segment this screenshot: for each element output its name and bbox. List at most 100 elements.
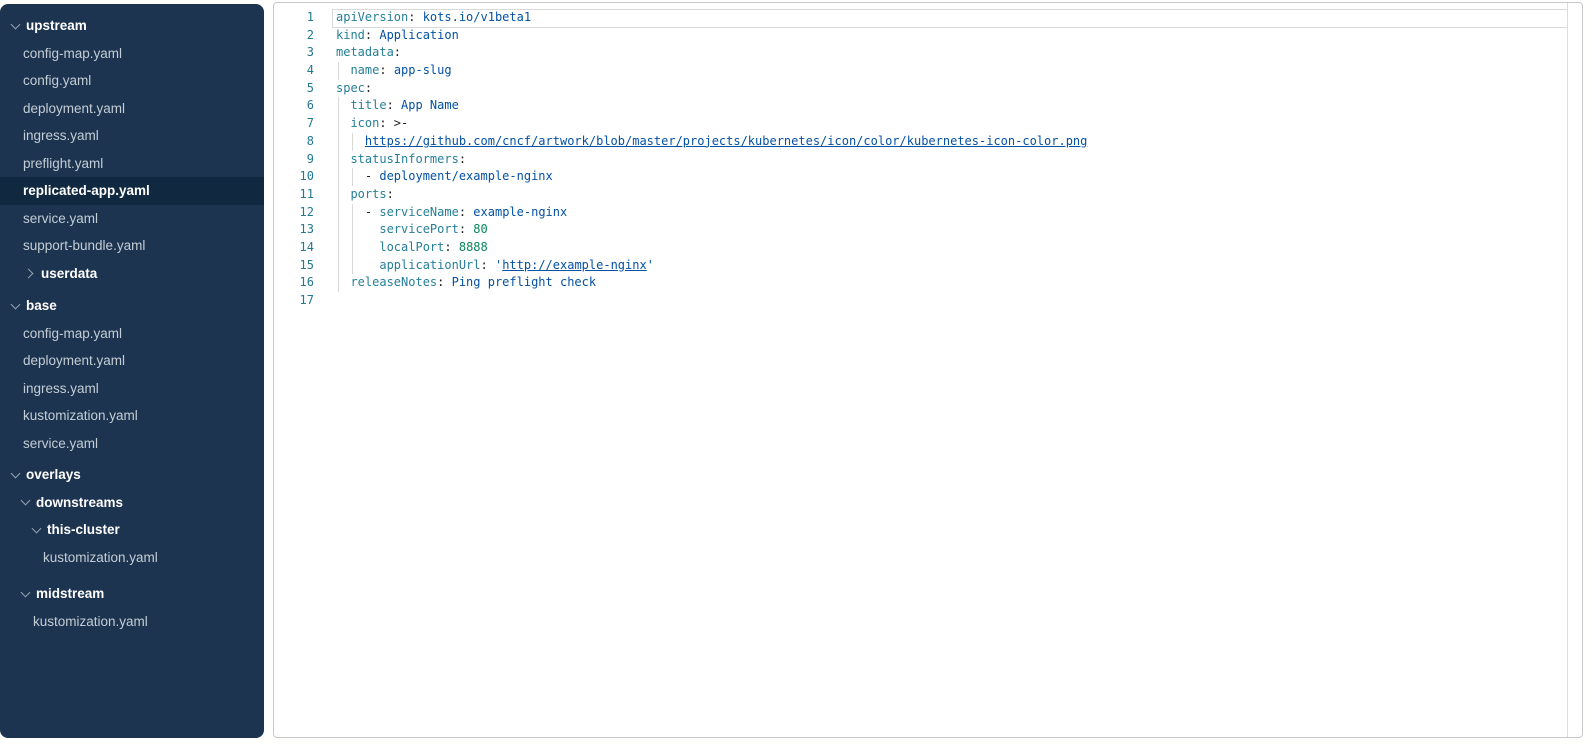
line-content[interactable]: localPort: 8888 (336, 239, 1568, 257)
line-number: 7 (274, 115, 314, 133)
code-line[interactable]: 10 - deployment/example-nginx (274, 168, 1568, 186)
chevron-down-icon[interactable] (11, 299, 21, 309)
code-token (336, 169, 365, 183)
line-content[interactable]: releaseNotes: Ping preflight check (336, 274, 1568, 292)
code-token: : (459, 152, 466, 166)
code-editor[interactable]: 1apiVersion: kots.io/v1beta12kind: Appli… (274, 3, 1568, 737)
code-token: : (394, 45, 401, 59)
tree-item-label: kustomization.yaml (23, 408, 138, 423)
tree-file-preflight.yaml[interactable]: preflight.yaml (0, 150, 264, 178)
tree-file-kustomization.yaml[interactable]: kustomization.yaml (0, 544, 264, 572)
line-number: 12 (274, 204, 314, 222)
code-line[interactable]: 7 icon: >- (274, 115, 1568, 133)
line-content[interactable]: - deployment/example-nginx (336, 168, 1568, 186)
indent-guide (338, 257, 339, 275)
chevron-down-icon[interactable] (21, 496, 31, 506)
code-line[interactable]: 11 ports: (274, 186, 1568, 204)
line-content[interactable]: spec: (336, 80, 1568, 98)
tree-folder-upstream[interactable]: upstream (0, 12, 264, 40)
code-token: 80 (473, 222, 487, 236)
line-content[interactable]: icon: >- (336, 115, 1568, 133)
code-token: kind (336, 28, 365, 42)
line-content[interactable]: applicationUrl: 'http://example-nginx' (336, 257, 1568, 275)
code-token: servicePort (379, 222, 458, 236)
code-line[interactable]: 5 spec: (274, 80, 1568, 98)
tree-folder-base[interactable]: base (0, 292, 264, 320)
line-content[interactable]: - serviceName: example-nginx (336, 204, 1568, 222)
line-content[interactable]: statusInformers: (336, 151, 1568, 169)
line-number: 8 (274, 133, 314, 151)
code-token (336, 222, 379, 236)
code-token: Application (379, 28, 458, 42)
code-line[interactable]: 13 servicePort: 80 (274, 221, 1568, 239)
code-line[interactable]: 4 name: app-slug (274, 62, 1568, 80)
tree-file-support-bundle.yaml[interactable]: support-bundle.yaml (0, 232, 264, 260)
line-number: 10 (274, 168, 314, 186)
chevron-right-icon[interactable] (24, 268, 34, 278)
line-content[interactable]: title: App Name (336, 97, 1568, 115)
line-content[interactable]: apiVersion: kots.io/v1beta1 (336, 9, 1568, 27)
tree-folder-overlays[interactable]: overlays (0, 461, 264, 489)
code-line[interactable]: 1apiVersion: kots.io/v1beta1 (274, 9, 1568, 27)
line-number: 5 (274, 80, 314, 98)
tree-file-ingress.yaml[interactable]: ingress.yaml (0, 122, 264, 150)
file-tree-sidebar: upstreamconfig-map.yamlconfig.yamldeploy… (0, 4, 264, 738)
code-line[interactable]: 2kind: Application (274, 27, 1568, 45)
tree-folder-this-cluster[interactable]: this-cluster (0, 516, 264, 544)
code-token: - (365, 169, 379, 183)
line-content[interactable] (336, 292, 1568, 310)
code-token: : (437, 275, 451, 289)
chevron-down-icon[interactable] (11, 19, 21, 29)
code-line[interactable]: 15 applicationUrl: 'http://example-nginx… (274, 257, 1568, 275)
chevron-down-icon[interactable] (11, 468, 21, 478)
line-content[interactable]: kind: Application (336, 27, 1568, 45)
indent-guide (338, 239, 339, 257)
code-line[interactable]: 14 localPort: 8888 (274, 239, 1568, 257)
code-line[interactable]: 17 (274, 292, 1568, 310)
tree-item-label: deployment.yaml (23, 101, 125, 116)
code-line[interactable]: 6 title: App Name (274, 97, 1568, 115)
tree-file-config-map.yaml[interactable]: config-map.yaml (0, 320, 264, 348)
tree-file-deployment.yaml[interactable]: deployment.yaml (0, 95, 264, 123)
line-content[interactable]: https://github.com/cncf/artwork/blob/mas… (336, 133, 1568, 151)
tree-file-deployment.yaml[interactable]: deployment.yaml (0, 347, 264, 375)
tree-folder-userdata[interactable]: userdata (0, 260, 264, 288)
code-line[interactable]: 9 statusInformers: (274, 151, 1568, 169)
tree-file-replicated-app.yaml[interactable]: replicated-app.yaml (0, 177, 264, 205)
code-token: applicationUrl (379, 258, 480, 272)
code-link[interactable]: https://github.com/cncf/artwork/blob/mas… (365, 134, 1087, 148)
line-number: 6 (274, 97, 314, 115)
indent-guide (338, 62, 339, 80)
code-link[interactable]: http://example-nginx (502, 258, 647, 272)
tree-file-kustomization.yaml[interactable]: kustomization.yaml (0, 402, 264, 430)
tree-file-config-map.yaml[interactable]: config-map.yaml (0, 40, 264, 68)
current-line-highlight (332, 9, 1568, 28)
tree-file-kustomization.yaml[interactable]: kustomization.yaml (0, 608, 264, 636)
tree-folder-downstreams[interactable]: downstreams (0, 489, 264, 517)
code-line[interactable]: 3 metadata: (274, 44, 1568, 62)
tree-file-config.yaml[interactable]: config.yaml (0, 67, 264, 95)
code-line[interactable]: 16 releaseNotes: Ping preflight check (274, 274, 1568, 292)
chevron-down-icon[interactable] (32, 523, 42, 533)
chevron-down-icon[interactable] (21, 587, 31, 597)
tree-file-service.yaml[interactable]: service.yaml (0, 205, 264, 233)
tree-file-ingress.yaml[interactable]: ingress.yaml (0, 375, 264, 403)
tree-item-label: this-cluster (47, 522, 120, 537)
code-line[interactable]: 8 https://github.com/cncf/artwork/blob/m… (274, 133, 1568, 151)
tree-item-label: service.yaml (23, 211, 98, 226)
line-content[interactable]: name: app-slug (336, 62, 1568, 80)
tree-folder-midstream[interactable]: midstream (0, 580, 264, 608)
code-token: 8888 (459, 240, 488, 254)
code-token: serviceName (379, 205, 458, 219)
code-token: : (459, 222, 473, 236)
code-token: name (350, 63, 379, 77)
code-line[interactable]: 12 - serviceName: example-nginx (274, 204, 1568, 222)
line-content[interactable]: ports: (336, 186, 1568, 204)
line-number: 3 (274, 44, 314, 62)
line-content[interactable]: metadata: (336, 44, 1568, 62)
line-number: 13 (274, 221, 314, 239)
tree-file-service.yaml[interactable]: service.yaml (0, 430, 264, 458)
indent-guide (338, 97, 339, 115)
code-token: app-slug (394, 63, 452, 77)
line-content[interactable]: servicePort: 80 (336, 221, 1568, 239)
